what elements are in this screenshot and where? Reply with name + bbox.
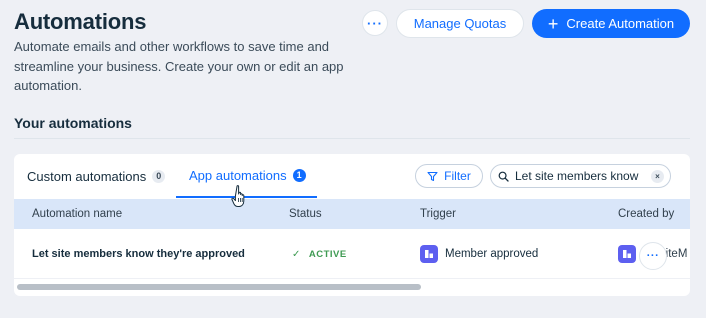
app-icon bbox=[420, 245, 438, 263]
divider bbox=[14, 138, 690, 139]
check-icon: ✓ bbox=[292, 248, 301, 260]
manage-quotas-button[interactable]: Manage Quotas bbox=[396, 9, 524, 38]
column-header-name[interactable]: Automation name bbox=[32, 208, 122, 220]
column-header-trigger[interactable]: Trigger bbox=[420, 208, 456, 220]
trigger-label: Member approved bbox=[445, 248, 539, 260]
plus-icon: + bbox=[547, 13, 559, 34]
count-badge: 1 bbox=[292, 168, 306, 182]
filter-label: Filter bbox=[444, 169, 471, 183]
table-row[interactable]: Let site members know they're approved ✓… bbox=[14, 229, 690, 279]
page-title: Automations bbox=[14, 9, 147, 34]
automations-card: Custom automations 0 App automations 1 F… bbox=[14, 154, 690, 296]
column-header-created-by[interactable]: Created by bbox=[618, 208, 674, 220]
create-automation-label: Create Automation bbox=[566, 16, 675, 31]
hand-cursor-icon bbox=[231, 185, 245, 207]
status-badge: ✓ ACTIVE bbox=[292, 229, 347, 279]
status-label: ACTIVE bbox=[308, 248, 347, 260]
clear-search-button[interactable]: × bbox=[651, 170, 664, 183]
app-icon bbox=[618, 245, 636, 263]
search-input[interactable] bbox=[515, 169, 643, 183]
table-header: Automation name Status Trigger Created b… bbox=[14, 199, 690, 229]
search-icon bbox=[498, 171, 509, 182]
page-description: Automate emails and other workflows to s… bbox=[14, 39, 344, 93]
column-header-status[interactable]: Status bbox=[289, 208, 322, 220]
scrollbar-thumb[interactable] bbox=[17, 284, 421, 290]
create-automation-button[interactable]: + Create Automation bbox=[532, 9, 690, 38]
automation-name: Let site members know they're approved bbox=[32, 248, 245, 260]
more-actions-button[interactable]: ··· bbox=[362, 10, 388, 36]
count-badge: 0 bbox=[152, 169, 166, 183]
filter-button[interactable]: Filter bbox=[415, 164, 483, 188]
horizontal-scrollbar[interactable] bbox=[14, 282, 690, 292]
row-more-actions-button[interactable]: ··· bbox=[639, 242, 667, 270]
search-box[interactable]: × bbox=[490, 164, 671, 188]
section-title: Your automations bbox=[14, 115, 132, 131]
trigger-cell: Member approved bbox=[420, 229, 538, 279]
tab-label: App automations bbox=[189, 167, 287, 183]
tab-custom-automations[interactable]: Custom automations 0 bbox=[27, 154, 166, 198]
tab-label: Custom automations bbox=[27, 168, 147, 184]
filter-icon bbox=[427, 171, 438, 181]
